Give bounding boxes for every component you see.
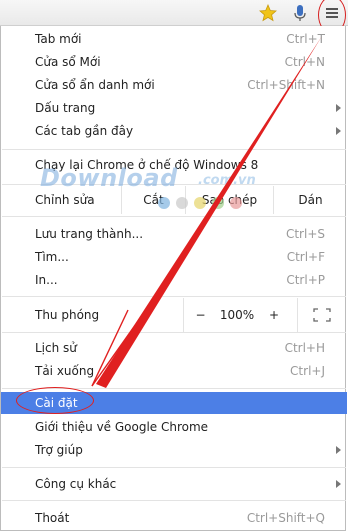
fullscreen-button[interactable] bbox=[297, 298, 345, 332]
menu-zoom-row: Thu phóng − 100% + bbox=[1, 298, 347, 332]
menu-item-settings[interactable]: Cài đặt bbox=[1, 387, 347, 414]
copy-button[interactable]: Sao chép bbox=[185, 186, 273, 214]
menu-item-new-window[interactable]: Cửa sổ Mới Ctrl+N bbox=[1, 51, 347, 73]
menu-separator bbox=[2, 500, 346, 501]
menu-item-history[interactable]: Lịch sử Ctrl+H bbox=[1, 337, 347, 359]
menu-item-label: Thoát bbox=[35, 511, 70, 525]
menu-item-label: Trợ giúp bbox=[35, 443, 83, 457]
menu-item-print[interactable]: In... Ctrl+P bbox=[1, 269, 347, 291]
zoom-in-button[interactable]: + bbox=[257, 298, 291, 332]
submenu-arrow-icon bbox=[336, 480, 341, 488]
zoom-level-value: 100% bbox=[219, 308, 255, 322]
menu-item-bookmarks[interactable]: Dấu trang bbox=[1, 97, 347, 119]
menu-item-shortcut: Ctrl+P bbox=[286, 273, 325, 287]
zoom-level: 100% bbox=[217, 298, 257, 332]
menu-separator bbox=[2, 184, 346, 185]
menu-item-about[interactable]: Giới thiệu về Google Chrome bbox=[1, 416, 347, 438]
menu-item-label: Cửa sổ Mới bbox=[35, 55, 101, 69]
copy-label: Sao chép bbox=[201, 193, 258, 207]
menu-separator bbox=[2, 332, 346, 333]
microphone-icon bbox=[294, 5, 306, 21]
voice-search-button[interactable] bbox=[288, 1, 312, 25]
menu-edit-row: Chỉnh sửa Cắt Sao chép Dán bbox=[1, 186, 347, 214]
submenu-arrow-icon bbox=[336, 446, 341, 454]
paste-label: Dán bbox=[298, 193, 323, 207]
zoom-out-button[interactable]: − bbox=[183, 298, 217, 332]
menu-item-downloads[interactable]: Tải xuống Ctrl+J bbox=[1, 360, 347, 382]
settings-annotation-circle bbox=[16, 387, 94, 414]
menu-separator bbox=[2, 296, 346, 297]
menu-item-more-tools[interactable]: Công cụ khác bbox=[1, 473, 347, 495]
menu-item-shortcut: Ctrl+S bbox=[285, 227, 325, 241]
menu-item-shortcut: Ctrl+T bbox=[286, 32, 325, 46]
menu-item-label: Các tab gần đây bbox=[35, 124, 134, 138]
menu-item-find[interactable]: Tìm... Ctrl+F bbox=[1, 246, 347, 268]
menu-item-shortcut: Ctrl+Shift+N bbox=[247, 78, 325, 92]
menu-item-label: Chạy lại Chrome ở chế độ Windows 8 bbox=[35, 158, 259, 172]
menu-item-save-page[interactable]: Lưu trang thành... Ctrl+S bbox=[1, 223, 347, 245]
fullscreen-icon bbox=[312, 308, 331, 322]
menu-item-help[interactable]: Trợ giúp bbox=[1, 439, 347, 461]
menu-item-shortcut: Ctrl+J bbox=[290, 364, 325, 378]
menu-item-shortcut: Ctrl+H bbox=[284, 341, 325, 355]
chrome-menu: Tab mới Ctrl+T Cửa sổ Mới Ctrl+N Cửa sổ … bbox=[0, 26, 347, 531]
zoom-minus-label: − bbox=[195, 308, 206, 322]
paste-button[interactable]: Dán bbox=[273, 186, 347, 214]
menu-item-label: Công cụ khác bbox=[35, 477, 117, 491]
menu-item-shortcut: Ctrl+F bbox=[286, 250, 325, 264]
menu-item-exit[interactable]: Thoát Ctrl+Shift+Q bbox=[1, 507, 347, 529]
browser-toolbar bbox=[0, 0, 348, 34]
menu-item-incognito[interactable]: Cửa sổ ẩn danh mới Ctrl+Shift+N bbox=[1, 74, 347, 96]
menu-item-label: Dấu trang bbox=[35, 101, 96, 115]
star-icon bbox=[259, 4, 277, 22]
zoom-plus-label: + bbox=[268, 308, 280, 322]
menu-item-label: Tìm... bbox=[35, 250, 69, 264]
menu-item-label: Cửa sổ ẩn danh mới bbox=[35, 78, 155, 92]
cut-label: Cắt bbox=[143, 193, 164, 207]
zoom-label: Thu phóng bbox=[35, 308, 100, 322]
menu-item-label: Tải xuống bbox=[35, 364, 95, 378]
bookmark-star-button[interactable] bbox=[256, 1, 280, 25]
menu-separator bbox=[2, 216, 346, 217]
edit-label: Chỉnh sửa bbox=[35, 193, 95, 207]
menu-item-label: Tab mới bbox=[35, 32, 82, 46]
submenu-arrow-icon bbox=[336, 104, 341, 112]
menu-separator bbox=[2, 467, 346, 468]
menu-item-label: In... bbox=[35, 273, 58, 287]
submenu-arrow-icon bbox=[336, 127, 341, 135]
menu-item-label: Lưu trang thành... bbox=[35, 227, 144, 241]
menu-item-shortcut: Ctrl+N bbox=[284, 55, 325, 69]
menu-item-label: Lịch sử bbox=[35, 341, 77, 355]
cut-button[interactable]: Cắt bbox=[121, 186, 185, 214]
menu-item-label: Giới thiệu về Google Chrome bbox=[35, 420, 209, 434]
menu-item-relaunch-windows8[interactable]: Chạy lại Chrome ở chế độ Windows 8 bbox=[1, 154, 347, 176]
menu-item-new-tab[interactable]: Tab mới Ctrl+T bbox=[1, 28, 347, 50]
menu-item-recent-tabs[interactable]: Các tab gần đây bbox=[1, 120, 347, 142]
menu-item-shortcut: Ctrl+Shift+Q bbox=[246, 511, 325, 525]
menu-separator bbox=[2, 149, 346, 150]
